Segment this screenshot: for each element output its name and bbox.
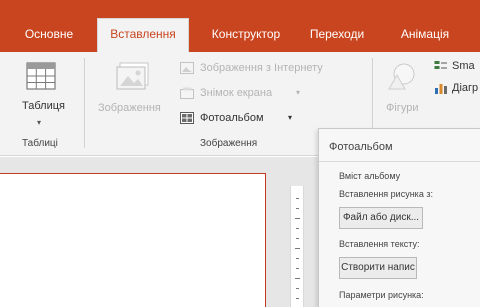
picture-icon [116, 62, 149, 90]
table-button[interactable]: Таблиця ▾ [10, 56, 72, 140]
photo-album-icon [180, 112, 194, 124]
ribbon-tab-bar: Основне Вставлення Конструктор Переходи … [0, 0, 480, 52]
tab-home[interactable]: Основне [18, 22, 80, 46]
chart-button[interactable]: Діагр [434, 80, 480, 96]
tab-design[interactable]: Конструктор [200, 22, 292, 46]
pictures-button-label: Зображення [98, 102, 161, 114]
pictures-button[interactable]: Зображення [92, 56, 174, 140]
shapes-button-label: Фігури [386, 102, 419, 114]
tab-transitions[interactable]: Переходи [304, 22, 370, 46]
smartart-icon [434, 61, 447, 69]
slide-canvas[interactable] [0, 173, 266, 307]
insert-picture-from-label: Вставлення рисунка з: [339, 189, 433, 199]
smartart-label: Sma [452, 60, 475, 72]
online-pictures-icon [180, 62, 194, 74]
tab-animations[interactable]: Анімація [392, 22, 458, 46]
screenshot-label: Знімок екрана [200, 87, 273, 99]
images-group-label: Зображення [200, 138, 258, 149]
tables-group-label: Таблиці [22, 138, 58, 149]
vertical-ruler [290, 186, 304, 307]
table-dropdown-icon: ▾ [37, 118, 42, 127]
table-button-label: Таблиця [22, 100, 65, 112]
smartart-button[interactable]: Sma [434, 58, 480, 74]
photo-album-button[interactable]: Фотоальбом ▾ [180, 110, 310, 126]
online-pictures-button[interactable]: Зображення з Інтернету [180, 60, 365, 76]
tab-insert[interactable]: Вставлення [97, 18, 189, 52]
screenshot-button[interactable]: Знімок екрана ▾ [180, 85, 310, 101]
screenshot-icon [180, 87, 194, 99]
new-caption-button[interactable]: Створити напис [339, 257, 417, 279]
photo-album-dialog: Фотоальбом Вміст альбому Вставлення рису… [318, 128, 480, 307]
picture-options-label: Параметри рисунка: [339, 290, 424, 300]
photo-album-label: Фотоальбом [200, 112, 264, 124]
chart-label: Діагр [452, 82, 479, 94]
screenshot-dropdown-icon: ▾ [296, 88, 301, 97]
table-icon [26, 62, 56, 90]
photo-album-dropdown-icon[interactable]: ▾ [288, 110, 292, 126]
photo-album-dialog-title: Фотоальбом [329, 141, 393, 153]
album-content-label: Вміст альбому [339, 171, 401, 181]
online-pictures-label: Зображення з Інтернету [200, 62, 323, 74]
chart-icon [435, 84, 447, 94]
group-separator [84, 58, 85, 148]
file-or-disk-button[interactable]: Файл або диск... [339, 207, 423, 229]
dialog-divider [319, 161, 480, 162]
insert-text-label: Вставлення тексту: [339, 239, 420, 249]
shapes-icon [388, 63, 415, 90]
